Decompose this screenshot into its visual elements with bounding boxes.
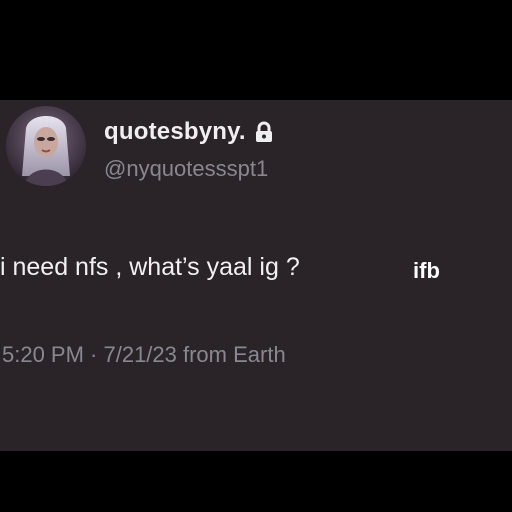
tweet-timestamp[interactable]: 5:20 PM · 7/21/23 from Earth bbox=[2, 342, 286, 368]
display-name-row: quotesbyny. bbox=[104, 116, 274, 148]
screenshot-frame: quotesbyny. @nyquotessspt1 i need nfs , … bbox=[0, 0, 512, 512]
overlay-tag: ifb bbox=[413, 258, 440, 283]
avatar[interactable] bbox=[6, 106, 86, 186]
avatar-image bbox=[6, 106, 86, 186]
tweet-card: quotesbyny. @nyquotessspt1 i need nfs , … bbox=[0, 100, 512, 451]
tweet-text: i need nfs , what’s yaal ig ? bbox=[0, 253, 300, 281]
lock-icon bbox=[254, 121, 274, 143]
display-name[interactable]: quotesbyny. bbox=[104, 118, 246, 146]
user-handle[interactable]: @nyquotessspt1 bbox=[104, 156, 268, 182]
